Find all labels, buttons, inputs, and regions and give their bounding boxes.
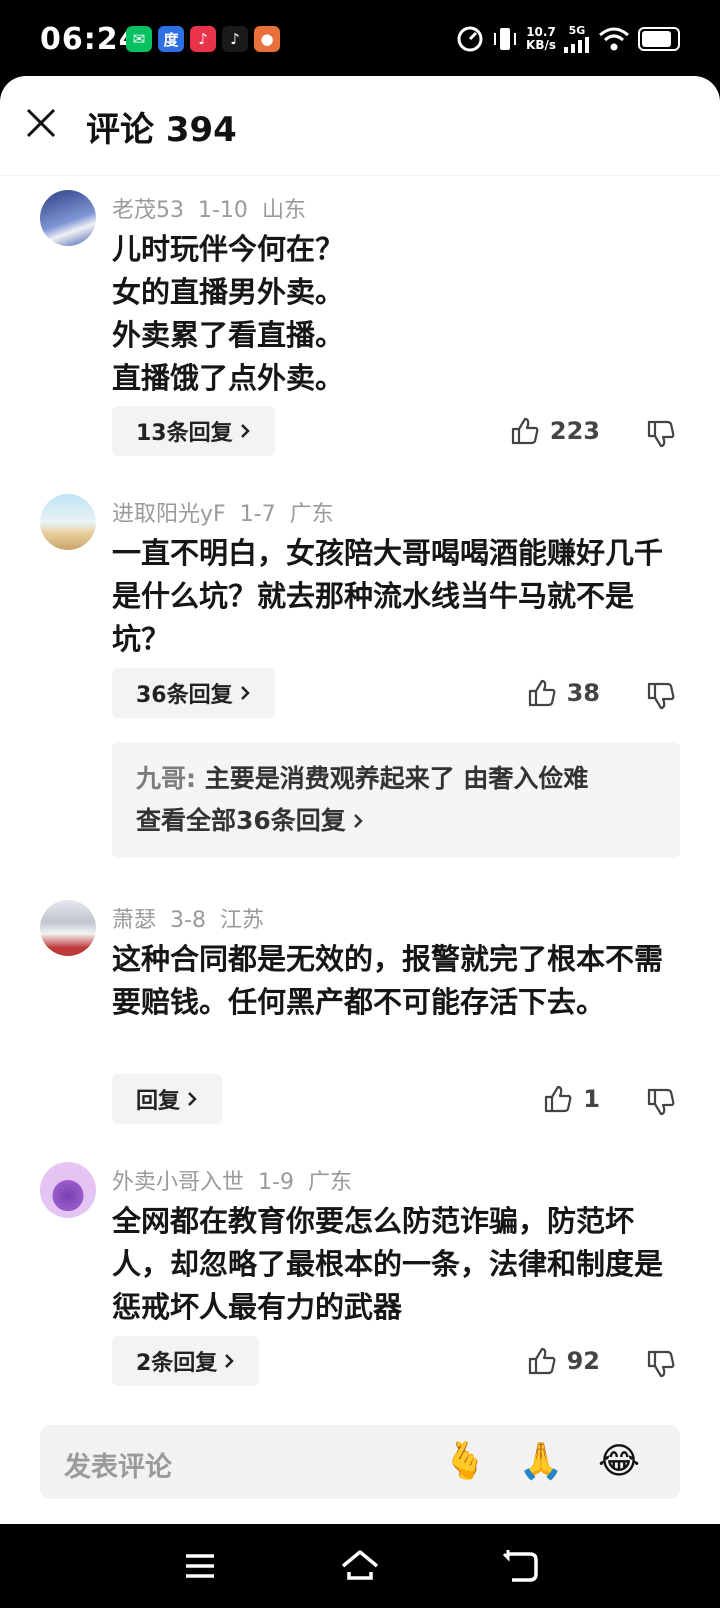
laugh-cry-emoji-button[interactable]: 😂 [596,1439,642,1485]
comment-region: 山东 [261,198,306,223]
comments-sheet: 评论 394 老茂53 1-10 山东 儿时玩伴今何在？ 女的直播男外卖。 外卖累了… [0,76,720,1524]
status-indicators: 10.7 KB/s 5G [456,24,680,53]
reply-count-label: 36条回复 [136,683,233,708]
comment-author[interactable]: 外卖小哥入世 [112,1170,244,1195]
comment-author[interactable]: 老茂53 [112,198,184,223]
comment-date: 1-7 [239,502,276,527]
like-button[interactable]: 92 [527,1346,600,1376]
comment-date: 3-8 [170,908,206,933]
like-count: 223 [549,417,600,445]
reply-count-label: 2条回复 [136,1351,218,1376]
thumbs-down-icon[interactable] [646,1349,676,1379]
chevron-right-icon [225,1354,235,1368]
home-icon[interactable] [340,1546,380,1586]
net-speed-unit: KB/s [526,37,556,52]
comment-text[interactable]: 一直不明白，女孩陪大哥喝喝酒能赚好几千是什么坑？就去那种流水线当牛马就不是坑？ [112,532,672,661]
view-replies-button[interactable]: 36条回复 [112,668,275,718]
system-nav-bar [0,1524,720,1608]
avatar[interactable] [40,190,96,246]
reply-preview-line: 九哥: 主要是消费观养起来了 由奢入俭难 [136,758,656,800]
comment-author[interactable]: 进取阳光yF [112,502,226,527]
thumbs-down-icon[interactable] [646,1087,676,1117]
thumbs-up-icon [528,1347,556,1375]
network-speed: 10.7 KB/s [526,24,556,52]
comment-list[interactable]: 老茂53 1-10 山东 儿时玩伴今何在？ 女的直播男外卖。 外卖累了看直播。 直播… [0,176,720,1486]
back-icon[interactable] [500,1546,540,1586]
like-button[interactable]: 38 [527,678,600,708]
comment-region: 广东 [289,502,334,527]
thumbs-up-icon [545,1085,572,1113]
menu-icon[interactable] [180,1546,220,1586]
douyin-red-app-icon: ♪ [190,26,216,52]
reply-count-label: 13条回复 [136,421,233,446]
wifi-icon [599,27,629,50]
thumbs-down-icon[interactable] [646,681,676,711]
comment-date: 1-10 [198,198,248,223]
signal-type: 5G [568,24,586,37]
avatar[interactable] [40,1162,96,1218]
like-count: 92 [566,1347,600,1375]
comment-meta: 萧瑟 3-8 江苏 [112,902,278,934]
finger-heart-emoji-button[interactable]: 🫰 [442,1439,488,1485]
reply-author[interactable]: 九哥: [136,764,196,793]
thumbs-up-icon [528,679,556,707]
comment-meta: 老茂53 1-10 山东 [112,192,320,224]
comment-input[interactable]: 发表评论 🫰 🙏 😂 [40,1425,680,1499]
like-button[interactable]: 223 [510,416,600,446]
pray-emoji-button[interactable]: 🙏 [518,1439,564,1485]
chevron-right-icon [240,424,250,438]
reply-text: 主要是消费观养起来了 由奢入俭难 [204,764,589,793]
comment-author[interactable]: 萧瑟 [112,908,156,933]
comment-region: 广东 [307,1170,352,1195]
status-app-icons: ✉ 度 ♪ ♪ ● [126,26,280,52]
net-speed-value: 10.7 [526,24,556,39]
like-count: 38 [566,679,600,707]
comment-region: 江苏 [219,908,264,933]
baidu-app-icon: 度 [158,26,184,52]
chevron-right-icon [240,686,250,700]
comment-meta: 进取阳光yF 1-7 广东 [112,496,348,528]
comment-input-placeholder: 发表评论 [64,1452,172,1483]
news-app-icon: ● [254,26,280,52]
battery-level [642,30,671,47]
comment-text[interactable]: 全网都在教育你要怎么防范诈骗，防范坏人，却忽略了最根本的一条，法律和制度是惩戒坏… [112,1200,672,1329]
douyin-app-icon: ♪ [222,26,248,52]
view-replies-button[interactable]: 2条回复 [112,1336,260,1386]
wechat-app-icon: ✉ [126,26,152,52]
page-title: 评论 394 [86,110,237,150]
comment-date: 1-9 [258,1170,294,1195]
avatar[interactable] [40,494,96,550]
avatar[interactable] [40,900,96,956]
reply-preview[interactable]: 九哥: 主要是消费观养起来了 由奢入俭难 查看全部36条回复 [112,742,680,858]
battery-icon [638,26,680,51]
view-all-replies-link[interactable]: 查看全部36条回复 [136,800,656,842]
thumbs-down-icon[interactable] [646,419,676,449]
comment-text[interactable]: 这种合同都是无效的，报警就完了根本不需要赔钱。任何黑产都不可能存活下去。 [112,938,672,1024]
chevron-right-icon [188,1092,197,1106]
sheet-header: 评论 394 [0,76,720,176]
signal-bars-icon [564,37,589,53]
comment-meta: 外卖小哥入世 1-9 广东 [112,1164,366,1196]
cellular-signal: 5G [564,24,590,53]
thumbs-up-icon [511,417,539,445]
reply-button[interactable]: 回复 [112,1074,223,1124]
like-count: 1 [583,1085,600,1113]
view-all-replies-label: 查看全部36条回复 [136,806,346,835]
reply-label: 回复 [136,1089,181,1114]
status-bar: 06:24 ✉ 度 ♪ ♪ ● 10.7 KB/s 5G [0,0,720,80]
speedometer-icon [457,26,483,51]
comment-text[interactable]: 儿时玩伴今何在？ 女的直播男外卖。 外卖累了看直播。 直播饿了点外卖。 [112,228,672,400]
close-icon[interactable] [24,106,58,140]
view-replies-button[interactable]: 13条回复 [112,406,275,456]
like-button[interactable]: 1 [543,1084,600,1114]
vibrate-icon [494,27,517,50]
chevron-right-icon [353,814,363,828]
